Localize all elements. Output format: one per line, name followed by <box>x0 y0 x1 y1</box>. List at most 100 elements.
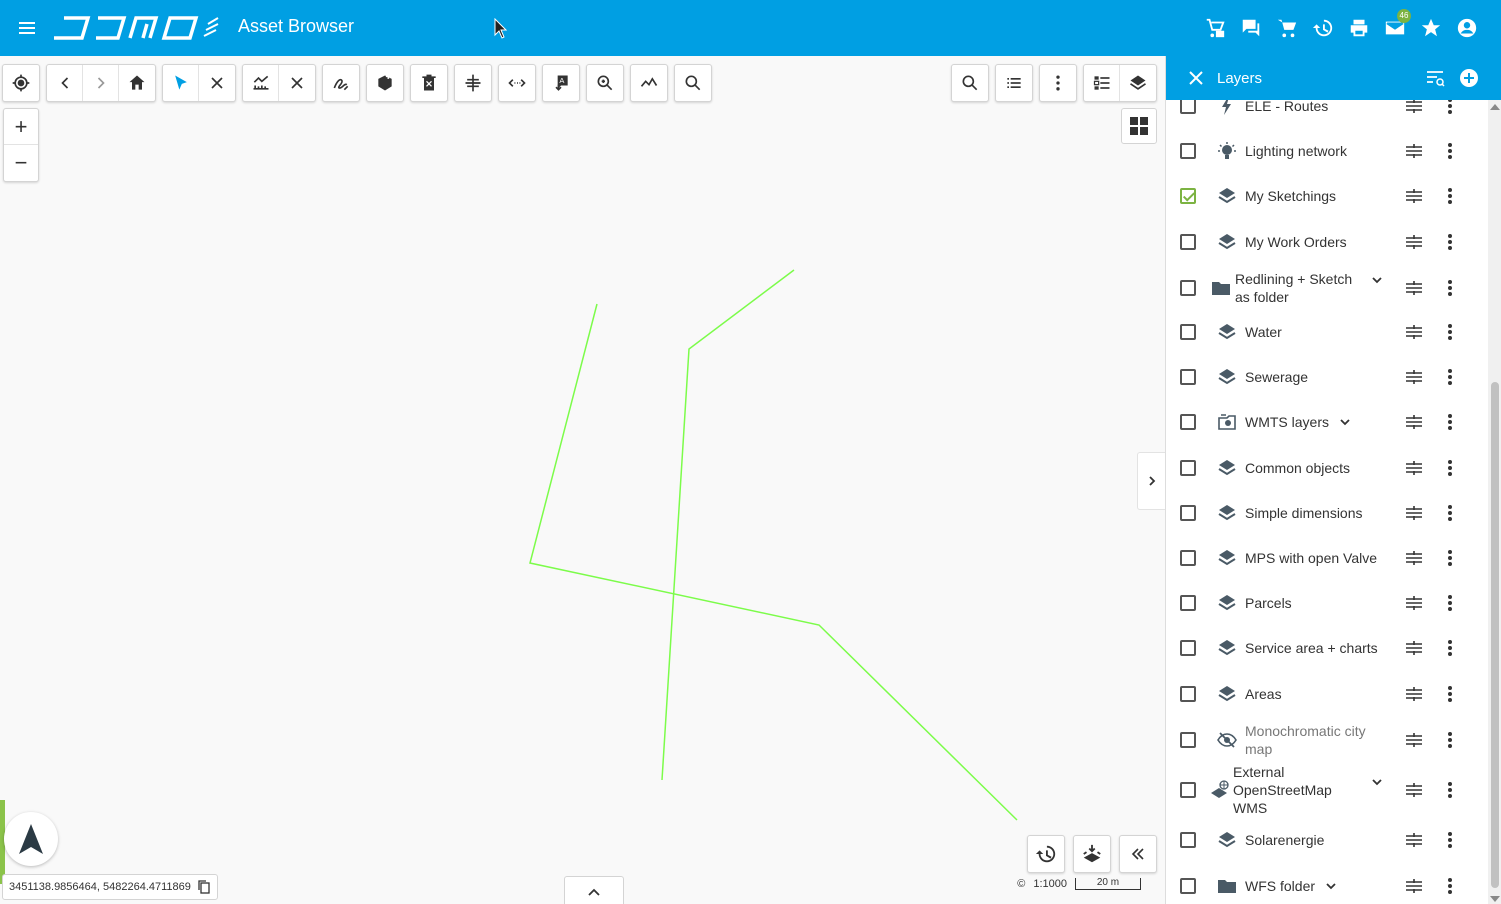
scroll-up-icon[interactable] <box>1490 104 1500 110</box>
layer-opacity-icon[interactable] <box>1404 780 1424 800</box>
layer-row[interactable]: WMTS layers <box>1166 400 1488 444</box>
layer-checkbox[interactable] <box>1180 782 1196 798</box>
layer-row[interactable]: Redlining + Sketch as folder <box>1166 266 1488 310</box>
more-vert-icon[interactable] <box>1442 730 1458 750</box>
cart-icon[interactable] <box>1273 14 1301 42</box>
layer-checkbox[interactable] <box>1180 832 1196 848</box>
layer-checkbox[interactable] <box>1180 460 1196 476</box>
layer-opacity-icon[interactable] <box>1404 278 1424 298</box>
split-icon[interactable] <box>455 65 491 101</box>
more-vert-icon[interactable] <box>1442 638 1458 658</box>
add-object-icon[interactable] <box>367 65 403 101</box>
layer-row[interactable]: Solarenergie <box>1166 818 1488 862</box>
more-vert-icon[interactable] <box>1040 65 1076 101</box>
mail-icon[interactable]: 46 <box>1381 9 1411 42</box>
zoom-out-button[interactable]: − <box>4 145 38 181</box>
legend-icon[interactable] <box>1084 65 1120 101</box>
print-icon[interactable] <box>1345 14 1373 42</box>
more-vert-icon[interactable] <box>1442 100 1458 116</box>
layer-checkbox[interactable] <box>1180 640 1196 656</box>
layer-checkbox[interactable] <box>1180 686 1196 702</box>
expand-bottom-icon[interactable] <box>564 876 624 904</box>
layer-download-icon[interactable] <box>1073 835 1111 873</box>
layer-row[interactable]: Parcels <box>1166 581 1488 625</box>
dimension-icon[interactable] <box>499 65 535 101</box>
close-icon[interactable] <box>1188 70 1204 86</box>
add-layer-icon[interactable] <box>1459 68 1479 88</box>
more-vert-icon[interactable] <box>1442 141 1458 161</box>
layer-row[interactable]: Areas <box>1166 672 1488 716</box>
layer-checkbox[interactable] <box>1180 188 1196 204</box>
copy-icon[interactable] <box>197 880 211 894</box>
layer-checkbox[interactable] <box>1180 414 1196 430</box>
zoom-in-button[interactable]: + <box>4 109 38 145</box>
layer-opacity-icon[interactable] <box>1404 593 1424 613</box>
restore-history-icon[interactable] <box>1027 835 1065 873</box>
collapse-panel-icon[interactable] <box>1119 835 1157 873</box>
expand-right-icon[interactable] <box>1137 452 1165 510</box>
layer-checkbox[interactable] <box>1180 280 1196 296</box>
more-vert-icon[interactable] <box>1442 367 1458 387</box>
list-icon[interactable] <box>996 65 1032 101</box>
layer-checkbox[interactable] <box>1180 100 1196 114</box>
layer-row[interactable]: Simple dimensions <box>1166 491 1488 535</box>
north-arrow-icon[interactable] <box>4 812 58 866</box>
basemap-grid-icon[interactable] <box>1121 108 1157 144</box>
layer-row[interactable]: Common objects <box>1166 446 1488 490</box>
sketch-icon[interactable] <box>323 65 359 101</box>
more-vert-icon[interactable] <box>1442 412 1458 432</box>
layer-opacity-icon[interactable] <box>1404 730 1424 750</box>
history-icon[interactable] <box>1309 14 1337 42</box>
layer-checkbox[interactable] <box>1180 143 1196 159</box>
layer-opacity-icon[interactable] <box>1404 503 1424 523</box>
filter-list-icon[interactable] <box>1425 68 1445 88</box>
sketch-line-2[interactable] <box>661 269 795 781</box>
chevron-down-icon[interactable] <box>1370 775 1384 789</box>
layers-icon[interactable] <box>1120 65 1156 101</box>
annotation-icon[interactable]: A <box>543 65 579 101</box>
layer-opacity-icon[interactable] <box>1404 367 1424 387</box>
measure-icon[interactable] <box>243 65 279 101</box>
map-canvas[interactable]: A + − 3451138.9856464, 5482264.4711869 ©… <box>0 56 1165 904</box>
layer-opacity-icon[interactable] <box>1404 876 1424 896</box>
more-vert-icon[interactable] <box>1442 593 1458 613</box>
layer-row[interactable]: External OpenStreetMap WMS <box>1166 764 1488 816</box>
layer-opacity-icon[interactable] <box>1404 186 1424 206</box>
zoom-search-icon[interactable] <box>587 65 623 101</box>
more-vert-icon[interactable] <box>1442 684 1458 704</box>
layer-opacity-icon[interactable] <box>1404 830 1424 850</box>
more-vert-icon[interactable] <box>1442 186 1458 206</box>
layer-row[interactable]: Service area + charts <box>1166 626 1488 670</box>
forward-icon[interactable] <box>83 65 119 101</box>
more-vert-icon[interactable] <box>1442 322 1458 342</box>
delete-icon[interactable] <box>411 65 447 101</box>
scroll-down-icon[interactable] <box>1490 896 1500 902</box>
layer-checkbox[interactable] <box>1180 878 1196 894</box>
more-vert-icon[interactable] <box>1442 830 1458 850</box>
account-icon[interactable] <box>1453 14 1481 42</box>
search-icon[interactable] <box>675 65 711 101</box>
more-vert-icon[interactable] <box>1442 876 1458 896</box>
layer-opacity-icon[interactable] <box>1404 548 1424 568</box>
layer-checkbox[interactable] <box>1180 234 1196 250</box>
layer-checkbox[interactable] <box>1180 324 1196 340</box>
layer-row[interactable]: WFS folder <box>1166 864 1488 904</box>
scrollbar-thumb[interactable] <box>1491 382 1499 888</box>
layer-opacity-icon[interactable] <box>1404 412 1424 432</box>
layer-checkbox[interactable] <box>1180 595 1196 611</box>
select-arrow-icon[interactable] <box>163 65 199 101</box>
layer-row[interactable]: Monochromatic city map <box>1166 718 1488 762</box>
layer-opacity-icon[interactable] <box>1404 322 1424 342</box>
layer-row[interactable]: My Sketchings <box>1166 174 1488 218</box>
profile-icon[interactable] <box>631 65 667 101</box>
star-icon[interactable] <box>1417 14 1445 42</box>
layer-checkbox[interactable] <box>1180 732 1196 748</box>
layer-checkbox[interactable] <box>1180 505 1196 521</box>
layer-row[interactable]: MPS with open Valve <box>1166 536 1488 580</box>
layer-row[interactable]: Sewerage <box>1166 355 1488 399</box>
more-vert-icon[interactable] <box>1442 780 1458 800</box>
layer-opacity-icon[interactable] <box>1404 232 1424 252</box>
layer-opacity-icon[interactable] <box>1404 458 1424 478</box>
menu-icon[interactable] <box>14 16 40 40</box>
search-icon[interactable] <box>952 65 988 101</box>
